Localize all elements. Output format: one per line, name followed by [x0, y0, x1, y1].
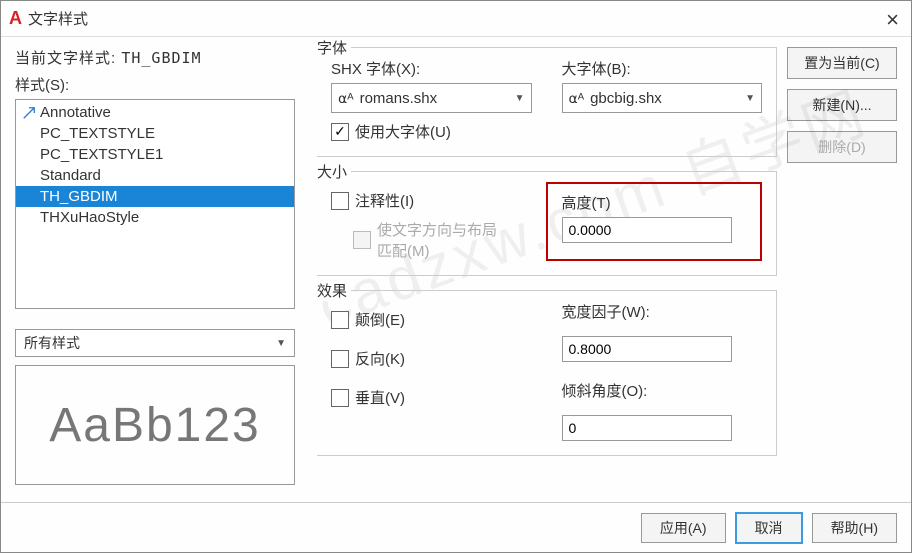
preview-box: AaBb123 — [15, 365, 295, 485]
vertical-checkbox[interactable]: 垂直(V) — [331, 387, 532, 408]
height-input[interactable] — [562, 217, 732, 243]
bigfont-dropdown[interactable]: ⍺ᴬ gbcbig.shx ▼ — [562, 83, 763, 113]
annotative-checkbox[interactable]: 注释性(I) — [331, 190, 516, 211]
font-group: 字体 SHX 字体(X): ⍺ᴬ romans.shx ▼ 使用大字体( — [317, 47, 777, 157]
style-filter-dropdown[interactable]: 所有样式 ▼ — [15, 329, 295, 357]
dialog-footer: 应用(A) 取消 帮助(H) — [1, 502, 911, 552]
apply-button[interactable]: 应用(A) — [641, 513, 726, 543]
upsidedown-checkbox[interactable]: 颠倒(E) — [331, 309, 532, 330]
list-item[interactable]: THXuHaoStyle — [16, 207, 294, 228]
checkbox-icon — [331, 389, 349, 407]
chevron-down-icon: ▼ — [745, 93, 755, 104]
height-highlight-box: 高度(T) — [546, 182, 763, 261]
styles-list-label: 样式(S): — [15, 74, 295, 95]
bigfont-label: 大字体(B): — [562, 58, 763, 79]
help-button[interactable]: 帮助(H) — [812, 513, 897, 543]
effects-group: 效果 颠倒(E) 反向(K) — [317, 290, 777, 456]
backwards-checkbox[interactable]: 反向(K) — [331, 348, 532, 369]
shx-font-dropdown[interactable]: ⍺ᴬ romans.shx ▼ — [331, 83, 532, 113]
current-style-label: 当前文字样式: TH_GBDIM — [15, 47, 295, 68]
checkbox-icon — [331, 311, 349, 329]
match-orient-checkbox: 使文字方向与布局 匹配(M) — [353, 219, 516, 261]
size-group: 大小 注释性(I) 使文字方向与布局 匹配(M) — [317, 171, 777, 276]
text-style-dialog: A 文字样式 × cadzxw.com 自学网 当前文字样式: TH_GBDIM… — [0, 0, 912, 553]
font-icon: ⍺ᴬ — [338, 90, 354, 107]
checkbox-disabled-icon — [353, 231, 371, 249]
width-factor-label: 宽度因子(W): — [562, 301, 763, 322]
checkbox-icon — [331, 192, 349, 210]
shx-font-label: SHX 字体(X): — [331, 58, 532, 79]
set-current-button[interactable]: 置为当前(C) — [787, 47, 897, 79]
list-item[interactable]: PC_TEXTSTYLE1 — [16, 144, 294, 165]
list-item[interactable]: Annotative — [16, 102, 294, 123]
chevron-down-icon: ▼ — [276, 338, 286, 349]
use-bigfont-checkbox[interactable]: 使用大字体(U) — [331, 121, 532, 142]
list-item[interactable]: Standard — [16, 165, 294, 186]
delete-button: 删除(D) — [787, 131, 897, 163]
width-factor-input[interactable] — [562, 336, 732, 362]
height-label: 高度(T) — [562, 192, 747, 213]
checkbox-checked-icon — [331, 123, 349, 141]
annotative-icon — [22, 106, 36, 120]
close-icon[interactable]: × — [886, 7, 899, 33]
styles-listbox[interactable]: Annotative PC_TEXTSTYLE PC_TEXTSTYLE1 St… — [15, 99, 295, 309]
window-title: 文字样式 — [28, 8, 88, 29]
font-icon: ⍺ᴬ — [569, 90, 585, 107]
cancel-button[interactable]: 取消 — [736, 513, 802, 543]
list-item[interactable]: PC_TEXTSTYLE — [16, 123, 294, 144]
oblique-label: 倾斜角度(O): — [562, 380, 763, 401]
chevron-down-icon: ▼ — [515, 93, 525, 104]
new-button[interactable]: 新建(N)... — [787, 89, 897, 121]
titlebar: A 文字样式 × — [1, 1, 911, 37]
checkbox-icon — [331, 350, 349, 368]
current-style-name: TH_GBDIM — [121, 49, 201, 67]
oblique-input[interactable] — [562, 415, 732, 441]
app-icon: A — [9, 8, 22, 29]
list-item-selected[interactable]: TH_GBDIM — [16, 186, 294, 207]
